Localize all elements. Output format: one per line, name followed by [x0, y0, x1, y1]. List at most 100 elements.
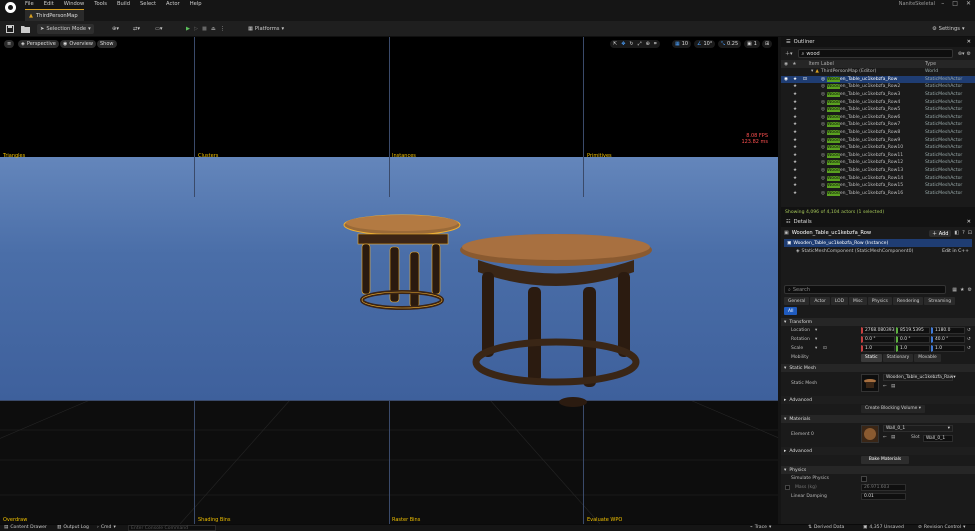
close-icon[interactable]: ✕: [967, 39, 971, 45]
pin-icon[interactable]: ★: [793, 122, 803, 127]
add-component-button[interactable]: ＋ Add: [929, 229, 952, 237]
location-y-field[interactable]: 8519.5395: [896, 327, 930, 334]
material-dropdown[interactable]: Wall_0_1 ▾: [883, 425, 953, 432]
help-icon[interactable]: ?: [962, 230, 965, 236]
material-thumbnail[interactable]: [861, 425, 879, 443]
reset-icon[interactable]: ↺: [967, 328, 971, 333]
pin-icon[interactable]: ★: [793, 84, 803, 89]
viewport-options-button[interactable]: ≡: [4, 40, 15, 48]
pin-icon[interactable]: ★: [793, 107, 803, 112]
filter-actor[interactable]: Actor: [810, 297, 830, 305]
blueprint-icon[interactable]: ◧: [954, 230, 959, 236]
filter-streaming[interactable]: Streaming: [924, 297, 956, 305]
scale-z-field[interactable]: 1.0: [931, 345, 965, 352]
selection-mode-dropdown[interactable]: ➤ Selection Mode ▾: [37, 24, 94, 34]
tab-third-person-map[interactable]: ▲ ThirdPersonMap: [25, 9, 84, 21]
physics-category[interactable]: ▾ Physics: [781, 466, 975, 474]
step-icon[interactable]: ▷: [194, 26, 198, 32]
static-mesh-dropdown[interactable]: Wooden_Table_uc1kebzfa_Raw ▾: [883, 374, 956, 381]
create-blocking-volume-button[interactable]: Create Blocking Volume ▾: [861, 404, 925, 413]
select-icon[interactable]: ⇱: [613, 41, 617, 47]
grid-snap-toggle[interactable]: ▦ 10: [672, 40, 692, 48]
lock-icon[interactable]: ⊡: [968, 230, 972, 236]
outliner-row[interactable]: ★ ◎ Wood en_Table_uc1kebzfa_Row11 StaticMesh…: [781, 152, 975, 160]
add-filter-icon[interactable]: ＋▾: [781, 50, 793, 57]
surface-snap-icon[interactable]: ⌗: [654, 41, 657, 47]
reset-icon[interactable]: ↺: [967, 346, 971, 351]
simulate-physics-checkbox[interactable]: [861, 475, 867, 482]
details-search-input[interactable]: ⌕ Search: [784, 285, 947, 294]
reset-icon[interactable]: ↺: [967, 337, 971, 342]
pin-icon[interactable]: ★: [793, 100, 803, 105]
blueprints-button[interactable]: ⇄▾: [133, 24, 140, 34]
mobility-movable[interactable]: Movable: [914, 353, 941, 362]
trace-button[interactable]: ⌁ Trace ▾: [750, 525, 771, 530]
chevron-down-icon[interactable]: ▾: [815, 346, 817, 351]
cmd-dropdown[interactable]: › Cmd ▾: [97, 525, 116, 530]
pin-icon[interactable]: ★: [793, 77, 803, 82]
filter-rendering[interactable]: Rendering: [892, 297, 924, 305]
pin-icon[interactable]: ★: [793, 183, 803, 188]
scale-x-field[interactable]: 1.0: [861, 345, 895, 352]
cinematics-button[interactable]: ▭▾: [155, 24, 163, 34]
browse-icon[interactable]: ←: [883, 384, 887, 389]
settings-icon[interactable]: ⚙: [967, 51, 975, 57]
outliner-row[interactable]: ★ ◎ Wood en_Table_uc1kebzfa_Row5 StaticMeshA…: [781, 106, 975, 114]
find-asset-icon[interactable]: ▤: [891, 384, 895, 389]
pin-icon[interactable]: ★: [793, 145, 803, 150]
filter-physics[interactable]: Physics: [867, 297, 892, 305]
item-label-column[interactable]: Item Label: [797, 62, 834, 67]
eject-icon[interactable]: ⏏: [211, 26, 216, 32]
scale-snap-toggle[interactable]: ⤡ 0.25: [718, 40, 742, 48]
transform-category[interactable]: ▾ Transform: [781, 318, 975, 326]
mesh-thumbnail[interactable]: [861, 374, 879, 392]
pin-icon[interactable]: ★: [793, 191, 803, 196]
menu-actor[interactable]: Actor: [166, 1, 180, 7]
component-row[interactable]: ◈ StaticMeshComponent (StaticMeshCompone…: [784, 247, 972, 255]
outliner-row[interactable]: ◉ ★ ⊡ ◎ Wood en_Table_uc1kebzfa_Row StaticMesh…: [781, 75, 975, 84]
outliner-row[interactable]: ★ ◎ Wood en_Table_uc1kebzfa_Row16 StaticMesh…: [781, 190, 975, 198]
menu-help[interactable]: Help: [190, 1, 202, 7]
outliner-row[interactable]: ★ ◎ Wood en_Table_uc1kebzfa_Row8 StaticMeshA…: [781, 129, 975, 137]
settings-dropdown[interactable]: ⚙ Settings ▾: [932, 24, 965, 34]
outliner-row[interactable]: ★ ◎ Wood en_Table_uc1kebzfa_Row6 StaticMeshA…: [781, 114, 975, 122]
pin-icon[interactable]: ★: [793, 130, 803, 135]
world-icon[interactable]: ⊕: [646, 41, 650, 47]
filter-misc[interactable]: Misc: [849, 297, 867, 305]
close-icon[interactable]: ✕: [967, 219, 971, 225]
filter-general[interactable]: General: [784, 297, 810, 305]
source-dropdown[interactable]: Wall_0_1: [923, 435, 953, 442]
edit-cpp-link[interactable]: Edit in C++: [942, 249, 969, 254]
static-mesh-advanced[interactable]: ▸ Advanced: [781, 396, 975, 404]
find-asset-icon[interactable]: ▤: [891, 435, 895, 440]
bake-materials-button[interactable]: Bake Materials: [861, 455, 909, 464]
rotation-snap-toggle[interactable]: ∠ 10°: [694, 40, 716, 48]
translate-icon[interactable]: ✥: [621, 41, 625, 47]
derived-data-button[interactable]: ⇅ Derived Data: [808, 525, 844, 530]
filter-all[interactable]: All: [784, 307, 798, 315]
more-options-icon[interactable]: ⋮: [220, 26, 225, 32]
pin-icon[interactable]: ★: [793, 115, 803, 120]
visibility-eye-icon[interactable]: ◉: [781, 77, 793, 82]
menu-file[interactable]: File: [25, 1, 34, 7]
outliner-row[interactable]: ★ ◎ Wood en_Table_uc1kebzfa_Row9 StaticMeshA…: [781, 136, 975, 144]
pin-icon[interactable]: ★: [793, 92, 803, 97]
outliner-row[interactable]: ★ ◎ Wood en_Table_uc1kebzfa_Row12 StaticMesh…: [781, 159, 975, 167]
stop-icon[interactable]: ■: [202, 26, 207, 32]
materials-advanced[interactable]: ▸ Advanced: [781, 447, 975, 455]
pin-icon[interactable]: ★: [793, 176, 803, 181]
minimize-icon[interactable]: –: [941, 0, 944, 7]
grid-view-icon[interactable]: ▦: [952, 287, 957, 293]
menu-select[interactable]: Select: [140, 1, 156, 7]
mass-override-checkbox[interactable]: [785, 485, 790, 490]
outliner-row[interactable]: ★ ◎ Wood en_Table_uc1kebzfa_Row4 StaticMeshA…: [781, 98, 975, 106]
rotation-z-field[interactable]: 40.0 °: [931, 336, 965, 343]
scale-y-field[interactable]: 1.0: [896, 345, 930, 352]
type-column[interactable]: Type: [925, 62, 936, 67]
chevron-down-icon[interactable]: ▾: [815, 337, 817, 342]
outliner-row[interactable]: ★ ◎ Wood en_Table_uc1kebzfa_Row3 StaticMeshA…: [781, 91, 975, 99]
pin-icon[interactable]: ★: [793, 160, 803, 165]
add-content-button[interactable]: ⊕▾: [112, 24, 119, 34]
pin-icon[interactable]: ★: [793, 168, 803, 173]
show-button[interactable]: Show: [97, 40, 117, 48]
